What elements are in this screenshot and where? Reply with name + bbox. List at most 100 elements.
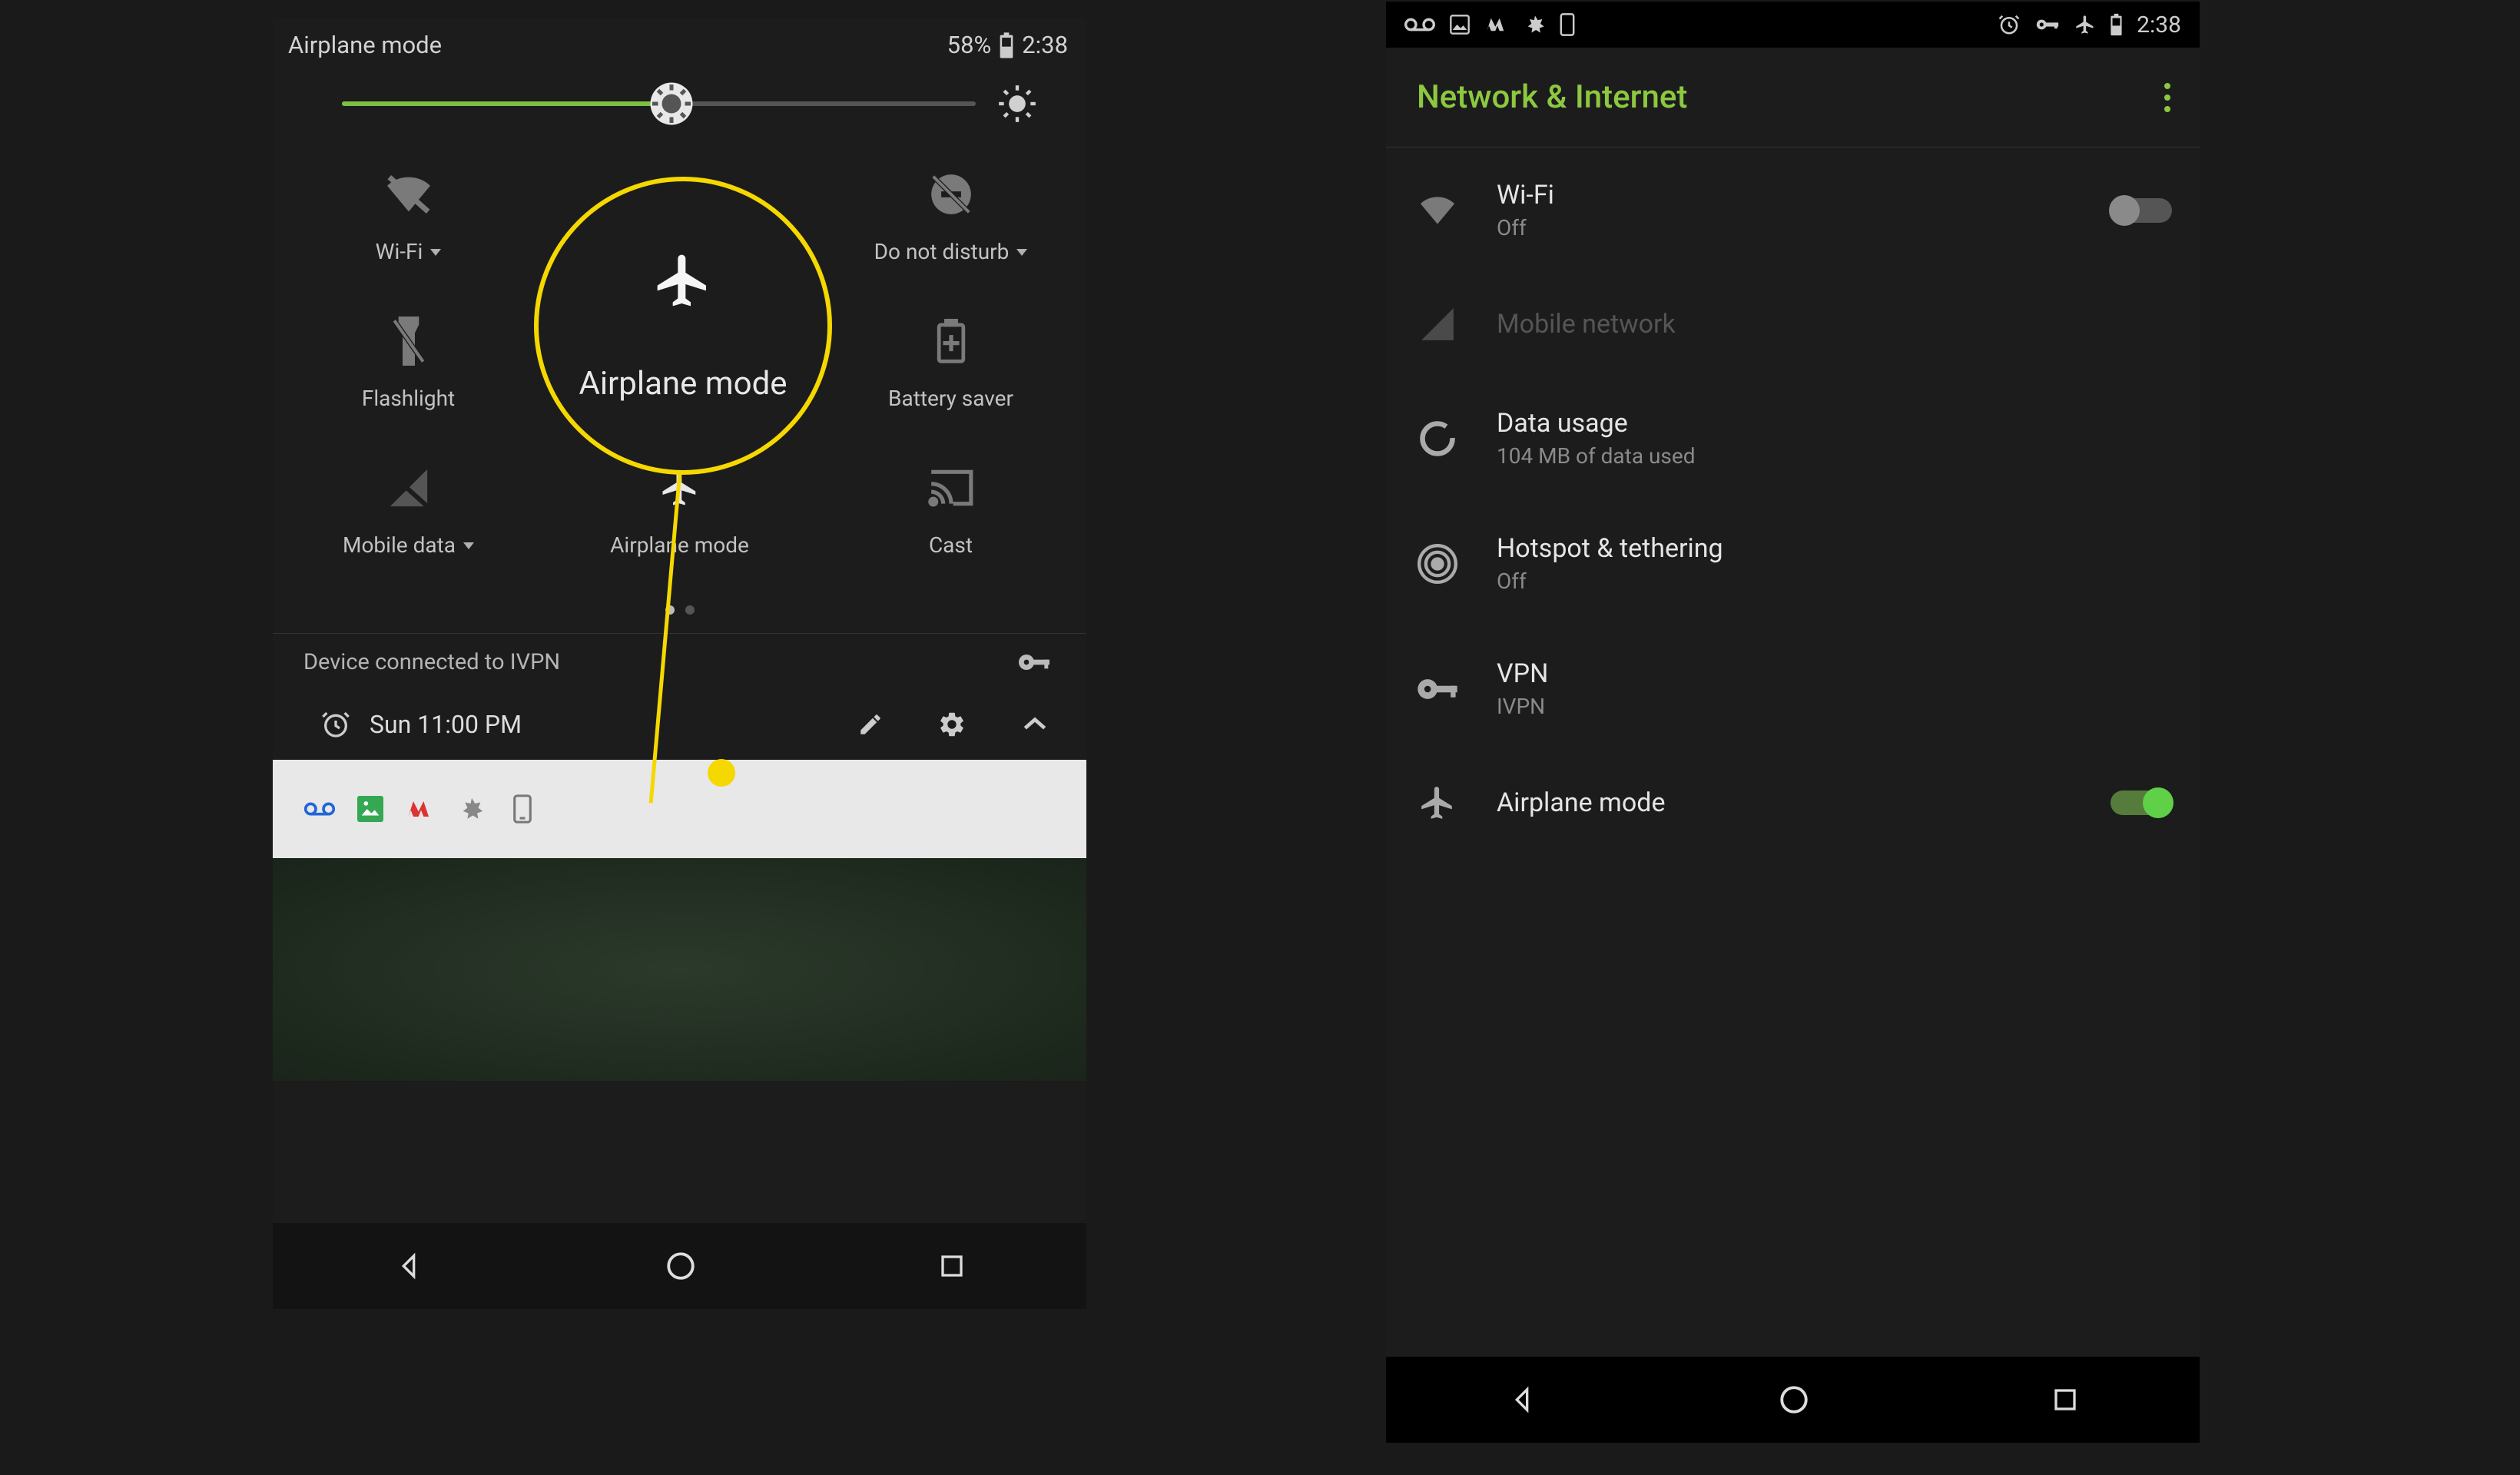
nav-back-button[interactable] bbox=[1507, 1384, 1537, 1415]
alarm-time[interactable]: Sun 11:00 PM bbox=[370, 710, 522, 739]
flashlight-off-icon bbox=[392, 317, 426, 366]
wifi-icon bbox=[1416, 194, 1459, 227]
setting-item-vpn[interactable]: VPN IVPN bbox=[1386, 626, 2200, 751]
wifi-off-icon bbox=[383, 173, 435, 216]
nav-home-button[interactable] bbox=[1778, 1384, 1810, 1416]
vpn-key-icon bbox=[2034, 18, 2061, 31]
vpn-key-icon bbox=[1416, 678, 1459, 701]
leaf-icon bbox=[456, 793, 488, 825]
qs-tile-flashlight[interactable]: Flashlight bbox=[273, 310, 544, 411]
chevron-down-icon[interactable] bbox=[463, 542, 474, 549]
status-left-icons bbox=[1404, 13, 1575, 36]
annotation-end-dot bbox=[708, 759, 735, 787]
setting-item-mobile-network: Mobile network bbox=[1386, 273, 2200, 376]
data-usage-icon bbox=[1418, 419, 1457, 459]
airplane-toggle[interactable] bbox=[2110, 791, 2172, 815]
status-bar: 2:38 bbox=[1386, 2, 2200, 48]
qs-tile-label: Flashlight bbox=[362, 386, 455, 411]
qs-tile-label: Do not disturb bbox=[874, 239, 1010, 264]
alarm-icon bbox=[1998, 13, 2021, 36]
settings-list: Wi-Fi Off Mobile network Data usage 104 … bbox=[1386, 148, 2200, 854]
overflow-menu-button[interactable] bbox=[2164, 83, 2170, 112]
nav-home-button[interactable] bbox=[665, 1250, 697, 1282]
brightness-thumb[interactable] bbox=[648, 81, 695, 127]
qs-tile-batterysaver[interactable]: Battery saver bbox=[815, 310, 1086, 411]
voicemail-icon bbox=[303, 793, 336, 825]
dnd-off-icon bbox=[927, 171, 975, 218]
page-header: Network & Internet bbox=[1386, 48, 2200, 148]
nav-bar-left bbox=[273, 1223, 1086, 1309]
battery-percentage: 58% bbox=[947, 31, 992, 59]
qs-tile-dnd[interactable]: Do not disturb bbox=[815, 164, 1086, 264]
leaf-icon bbox=[1524, 14, 1546, 35]
qs-tile-label: Auto-rotate bbox=[626, 386, 734, 411]
qs-status-right: 58% 2:38 bbox=[947, 31, 1068, 59]
collapse-icon[interactable] bbox=[1020, 715, 1049, 734]
vpn-key-icon bbox=[1019, 653, 1049, 671]
nav-recent-button[interactable] bbox=[938, 1252, 966, 1280]
setting-title: Wi-Fi bbox=[1497, 180, 2078, 210]
settings-screenshot: 2:38 Network & Internet Wi-Fi Off Mobile… bbox=[1386, 2, 2200, 1443]
wifi-toggle[interactable] bbox=[2110, 198, 2172, 223]
chevron-down-icon[interactable] bbox=[1016, 249, 1027, 256]
qs-tile-airplane-top[interactable] bbox=[544, 164, 815, 264]
vpn-notification-banner[interactable]: Device connected to IVPN bbox=[273, 633, 1086, 691]
qs-tile-label: Wi-Fi bbox=[376, 239, 423, 264]
airplane-icon bbox=[1418, 784, 1457, 822]
qs-tile-label: Mobile data bbox=[343, 532, 456, 558]
home-wallpaper bbox=[273, 858, 1086, 1081]
gear-icon[interactable] bbox=[937, 710, 967, 739]
auto-brightness-toggle[interactable] bbox=[997, 84, 1037, 124]
notification-strip[interactable] bbox=[273, 760, 1086, 858]
page-indicator[interactable] bbox=[273, 581, 1086, 633]
brightness-slider[interactable] bbox=[342, 101, 976, 106]
brightness-slider-row bbox=[273, 65, 1086, 142]
signal-icon bbox=[1418, 305, 1457, 343]
qs-title: Airplane mode bbox=[288, 31, 442, 59]
alarm-icon[interactable] bbox=[320, 709, 351, 740]
auto-rotate-icon bbox=[656, 317, 704, 365]
battery-icon bbox=[2110, 13, 2123, 36]
setting-subtitle: 104 MB of data used bbox=[1497, 443, 2172, 469]
nav-back-button[interactable] bbox=[393, 1251, 424, 1281]
photos-icon bbox=[1449, 14, 1471, 35]
qs-footer-row: Sun 11:00 PM bbox=[273, 691, 1086, 760]
setting-subtitle: IVPN bbox=[1497, 694, 2172, 719]
status-time: 2:38 bbox=[1022, 31, 1068, 59]
cast-icon bbox=[927, 468, 975, 508]
page-dot-2 bbox=[685, 605, 695, 615]
setting-item-data-usage[interactable]: Data usage 104 MB of data used bbox=[1386, 376, 2200, 501]
setting-title: Airplane mode bbox=[1497, 787, 2078, 818]
setting-subtitle: Off bbox=[1497, 568, 2172, 594]
hotspot-icon bbox=[1418, 544, 1457, 584]
setting-title: Mobile network bbox=[1497, 309, 2172, 340]
setting-title: Hotspot & tethering bbox=[1497, 533, 2172, 564]
brightness-fill bbox=[342, 101, 671, 106]
photos-icon bbox=[354, 793, 386, 825]
chevron-down-icon[interactable] bbox=[430, 249, 441, 256]
qs-tile-cast[interactable]: Cast bbox=[815, 457, 1086, 558]
status-time: 2:38 bbox=[2137, 12, 2181, 38]
app-icon bbox=[1484, 16, 1510, 33]
setting-item-hotspot[interactable]: Hotspot & tethering Off bbox=[1386, 501, 2200, 626]
phone-icon bbox=[1560, 13, 1575, 36]
airplane-icon bbox=[2074, 14, 2096, 35]
quick-settings-screenshot: Airplane mode 58% 2:38 Wi-Fi D bbox=[273, 18, 1086, 1309]
status-right-icons: 2:38 bbox=[1998, 12, 2181, 38]
qs-tile-autorotate[interactable]: Auto-rotate bbox=[544, 310, 815, 411]
battery-saver-icon bbox=[937, 319, 966, 363]
setting-title: VPN bbox=[1497, 658, 2172, 689]
nav-bar-right bbox=[1386, 1357, 2200, 1443]
qs-tile-wifi[interactable]: Wi-Fi bbox=[273, 164, 544, 264]
nav-recent-button[interactable] bbox=[2051, 1386, 2079, 1414]
phone-icon bbox=[506, 793, 539, 825]
setting-title: Data usage bbox=[1497, 408, 2172, 439]
qs-tile-grid: Wi-Fi Do not disturb Flashlight Auto-rot… bbox=[273, 142, 1086, 581]
setting-item-airplane[interactable]: Airplane mode bbox=[1386, 751, 2200, 854]
setting-item-wifi[interactable]: Wi-Fi Off bbox=[1386, 148, 2200, 273]
qs-tile-mobiledata[interactable]: Mobile data bbox=[273, 457, 544, 558]
page-title: Network & Internet bbox=[1417, 78, 1687, 116]
qs-tile-label: Cast bbox=[929, 532, 973, 558]
app-icon-red bbox=[405, 793, 437, 825]
edit-icon[interactable] bbox=[857, 711, 884, 738]
